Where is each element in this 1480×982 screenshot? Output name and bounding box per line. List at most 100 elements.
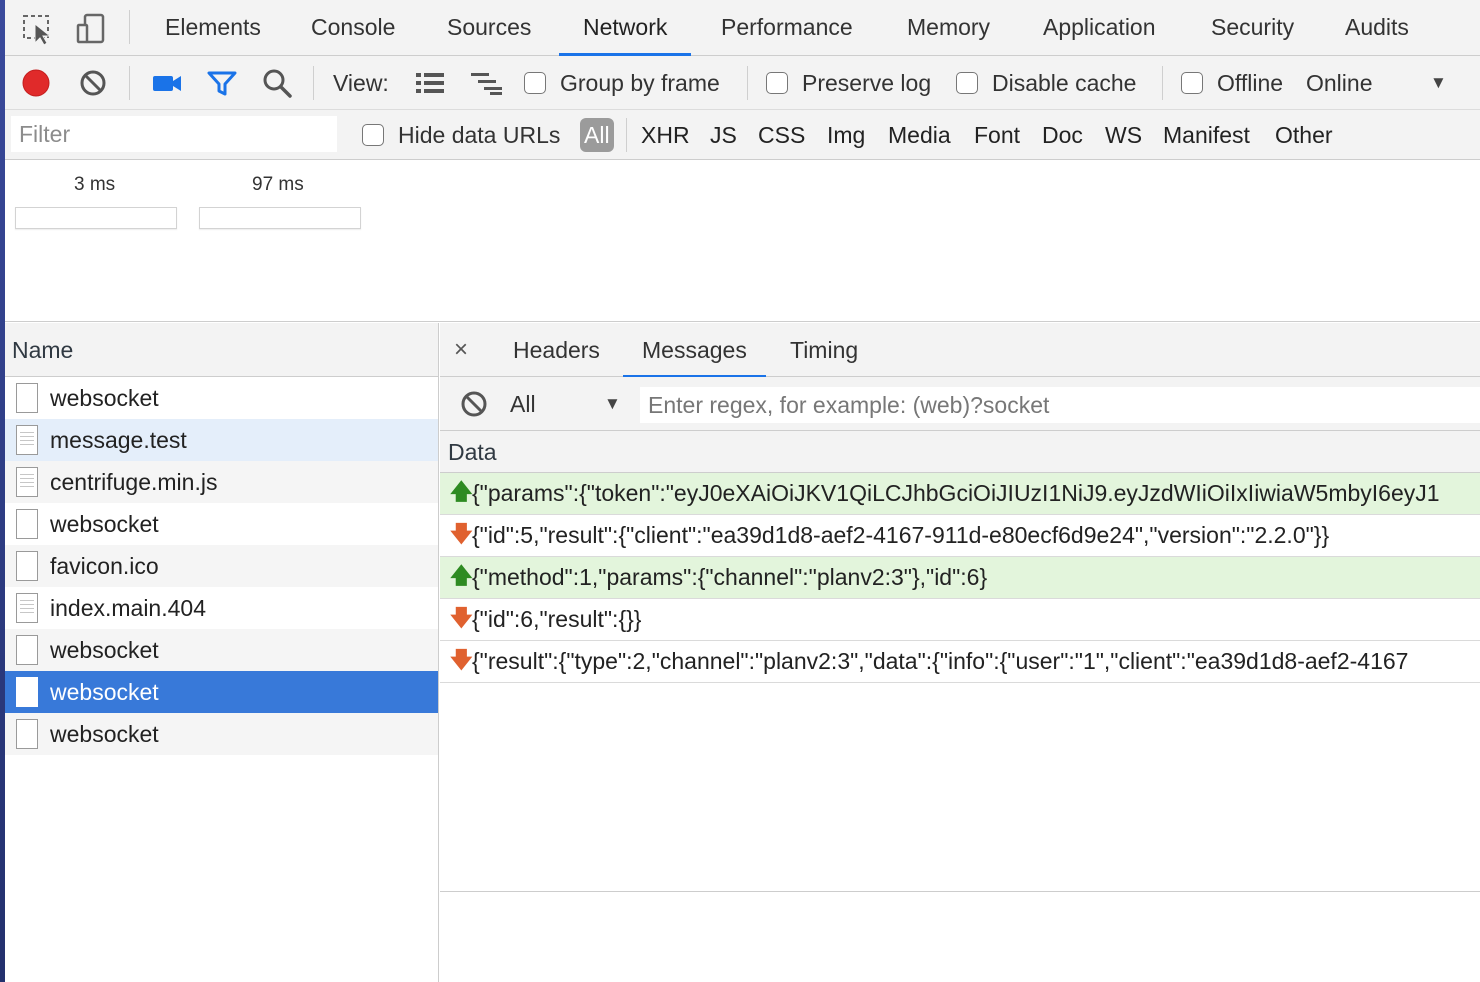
clear-icon [80,70,106,96]
request-row[interactable]: websocket [5,629,438,671]
filter-type-font[interactable]: Font [974,118,1020,152]
filter-type-ws[interactable]: WS [1105,118,1142,152]
checkbox-box[interactable] [362,124,384,146]
tab-timing[interactable]: Timing [771,323,877,377]
offline-checkbox[interactable]: Offline [1181,56,1283,110]
column-header-label: Name [12,337,74,363]
disable-cache-label: Disable cache [992,69,1137,96]
large-rows-button[interactable] [415,56,445,110]
clear-messages-icon[interactable] [459,389,489,419]
tab-audits[interactable]: Audits [1321,0,1433,55]
filter-toggle-button[interactable] [206,56,238,110]
document-icon [16,551,38,581]
tab-label: Messages [642,337,747,363]
filter-type-media[interactable]: Media [888,118,951,152]
script-icon [16,467,38,497]
tab-label: Application [1043,14,1156,40]
record-icon [22,69,50,97]
overview-toggle-button[interactable] [470,56,504,110]
tab-label: Console [311,14,396,40]
inspect-element-icon[interactable] [21,12,55,46]
message-type-value: All [510,391,536,417]
tab-security[interactable]: Security [1187,0,1318,55]
preserve-log-label: Preserve log [802,69,932,96]
tab-performance[interactable]: Performance [697,0,877,55]
script-icon [16,425,38,455]
filter-type-css[interactable]: CSS [758,118,805,152]
document-icon [16,383,38,413]
request-name: websocket [50,510,159,537]
message-row-sent[interactable]: 🡅 {"method":1,"params":{"channel":"planv2… [440,557,1480,599]
tab-network[interactable]: Network [559,0,692,56]
message-detail-divider[interactable] [440,891,1480,892]
hide-data-urls-label: Hide data URLs [398,121,561,148]
tab-headers[interactable]: Headers [494,323,619,377]
message-text: {"result":{"type":2,"channel":"planv2:3"… [472,648,1409,674]
filter-separator [626,118,627,152]
view-label: View: [333,56,389,110]
request-name: message.test [50,426,187,453]
filter-type-manifest[interactable]: Manifest [1163,118,1250,152]
waterfall-icon [471,73,502,95]
close-icon[interactable]: × [454,323,468,377]
tab-sources[interactable]: Sources [423,0,555,55]
throttling-value: Online [1306,69,1373,96]
disable-cache-checkbox[interactable]: Disable cache [956,56,1136,110]
message-row-received[interactable]: 🡇 {"id":6,"result":{}} [440,599,1480,641]
request-row[interactable]: centrifuge.min.js [5,461,438,503]
screenshot-capture-button[interactable] [151,56,183,110]
request-row[interactable]: websocket [5,713,438,755]
request-name: centrifuge.min.js [50,468,218,495]
toolbar-separator [1162,66,1163,100]
group-by-frame-label: Group by frame [560,69,720,96]
search-button[interactable] [261,56,293,110]
tab-elements[interactable]: Elements [141,0,285,55]
overview-time-label: 97 ms [252,174,304,195]
tab-console[interactable]: Console [287,0,419,55]
checkbox-box[interactable] [1181,72,1203,94]
toolbar-separator [129,66,130,100]
filter-type-all[interactable]: All [580,118,614,152]
main-tab-bar: Elements Console Sources Network Perform… [5,0,1480,56]
filter-type-other[interactable]: Other [1275,118,1333,152]
tab-memory[interactable]: Memory [883,0,1014,55]
filter-type-xhr[interactable]: XHR [641,118,690,152]
checkbox-box[interactable] [956,72,978,94]
request-row[interactable]: websocket [5,377,438,419]
record-button[interactable] [21,56,51,110]
filter-type-img[interactable]: Img [827,118,865,152]
hide-data-urls-checkbox[interactable]: Hide data URLs [362,110,560,160]
message-text: {"method":1,"params":{"channel":"planv2:… [472,564,988,590]
checkbox-box[interactable] [766,72,788,94]
group-by-frame-checkbox[interactable]: Group by frame [524,56,720,110]
chevron-down-icon: ▼ [1430,73,1447,92]
tab-label: Elements [165,14,261,40]
message-row-sent[interactable]: 🡅 {"params":{"token":"eyJ0eXAiOiJKV1QiLCJ… [440,473,1480,515]
data-column-header[interactable]: Data [440,431,1480,473]
message-row-received[interactable]: 🡇 {"id":5,"result":{"client":"ea39d1d8-ae… [440,515,1480,557]
filter-type-doc[interactable]: Doc [1042,118,1083,152]
message-filter-bar: All ▼ [440,377,1480,431]
device-toolbar-icon[interactable] [75,12,109,46]
name-column-header[interactable]: Name [5,323,438,377]
throttling-select[interactable]: Online ▼ [1306,56,1456,110]
preserve-log-checkbox[interactable]: Preserve log [766,56,931,110]
tab-messages[interactable]: Messages [623,323,766,378]
filter-input[interactable] [11,116,337,152]
filter-type-js[interactable]: JS [710,118,737,152]
request-name: websocket [50,384,159,411]
request-row[interactable]: index.main.404 [5,587,438,629]
request-row[interactable]: message.test [5,419,438,461]
arrow-down-icon: 🡇 [450,646,473,672]
checkbox-box[interactable] [524,72,546,94]
message-row-received[interactable]: 🡇 {"result":{"type":2,"channel":"planv2:3… [440,641,1480,683]
tab-application[interactable]: Application [1019,0,1180,55]
clear-button[interactable] [78,56,108,110]
document-icon [16,719,38,749]
message-regex-input[interactable] [640,387,1480,423]
request-row[interactable]: websocket [5,503,438,545]
overview-frame-bar [199,207,361,229]
network-overview[interactable]: 3 ms 97 ms [5,160,1480,322]
request-row[interactable]: favicon.ico [5,545,438,587]
request-row-selected[interactable]: websocket [5,671,438,713]
